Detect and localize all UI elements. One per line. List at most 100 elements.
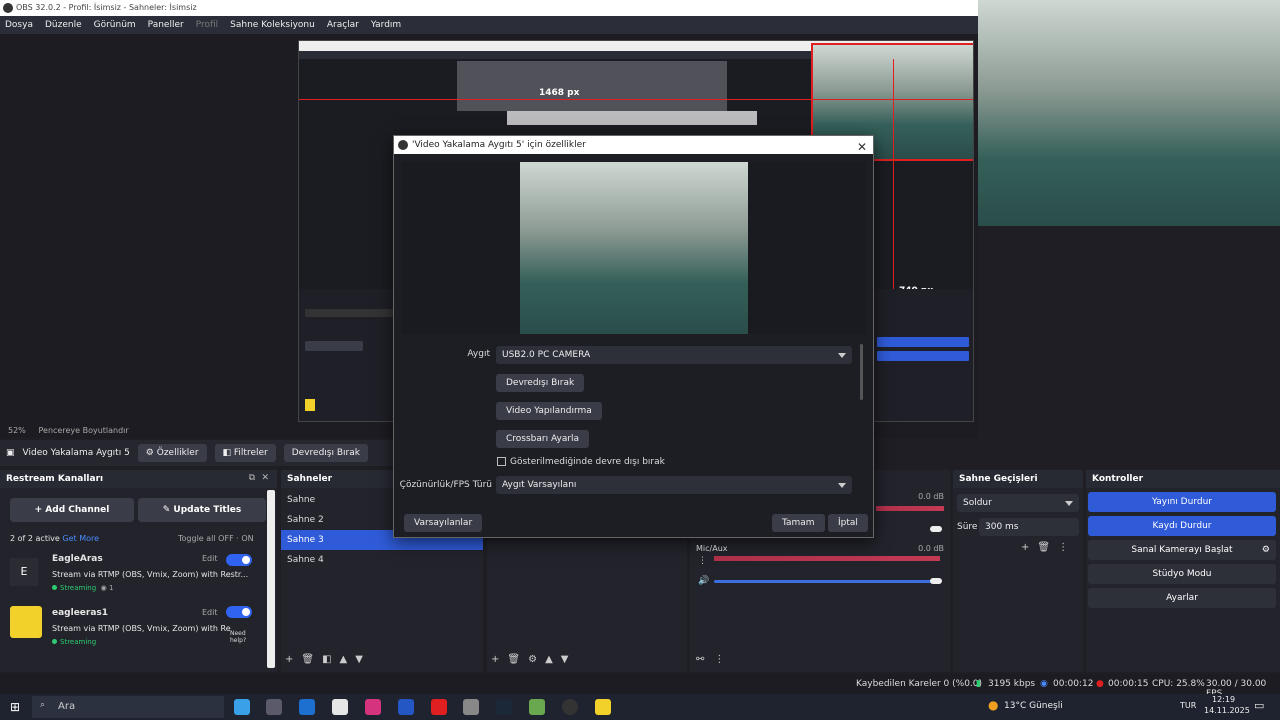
zoom-level[interactable]: 52% bbox=[8, 426, 26, 435]
device-select[interactable]: USB2.0 PC CAMERA bbox=[496, 346, 852, 364]
scene-item[interactable]: Sahne 4 bbox=[281, 550, 483, 570]
volume-knob[interactable] bbox=[930, 578, 942, 584]
menu-help[interactable]: Yardım bbox=[371, 20, 401, 30]
dialog-title-bar: 'Video Yakalama Aygıtı 5' için özellikle… bbox=[394, 136, 873, 154]
gear-icon[interactable]: ⚙ bbox=[1262, 540, 1270, 560]
menu-view[interactable]: Görünüm bbox=[94, 20, 136, 30]
defaults-button[interactable]: Varsayılanlar bbox=[404, 514, 483, 532]
notification-icon[interactable]: ▭ bbox=[1254, 699, 1264, 712]
outlook-icon[interactable] bbox=[299, 699, 315, 715]
add-icon[interactable]: + bbox=[491, 654, 507, 665]
filters-button[interactable]: ◧ Filtreler bbox=[214, 444, 276, 462]
menu-edit[interactable]: Düzenle bbox=[45, 20, 82, 30]
source-name: Video Yakalama Aygıtı 5 bbox=[22, 448, 130, 458]
audio-meter bbox=[714, 556, 940, 561]
instagram-icon[interactable] bbox=[365, 699, 381, 715]
menu-profile[interactable]: Profil bbox=[196, 20, 218, 30]
file-icon[interactable] bbox=[332, 699, 348, 715]
down-icon[interactable]: ▼ bbox=[561, 654, 577, 665]
crossbar-button[interactable]: Crossbarı Ayarla bbox=[496, 430, 590, 448]
shield-icon[interactable] bbox=[398, 699, 414, 715]
windows-start-icon[interactable]: ⊞ bbox=[10, 700, 20, 714]
channel-toggle[interactable] bbox=[226, 606, 252, 618]
channel-edit-link[interactable]: Edit bbox=[202, 608, 218, 617]
menu-scene-collection[interactable]: Sahne Koleksiyonu bbox=[230, 20, 315, 30]
kebab-icon[interactable]: ⋮ bbox=[1058, 542, 1076, 553]
deactivate-button[interactable]: Devredışı Bırak bbox=[496, 374, 585, 392]
source-toolbar: ▣ Video Yakalama Aygıtı 5 ⚙ Özellikler ◧… bbox=[0, 440, 395, 466]
dialog-scrollbar[interactable] bbox=[860, 344, 863, 400]
close-icon[interactable]: ✕ bbox=[261, 473, 269, 483]
window-title: OBS 32.0.2 - Profil: İsimsiz - Sahneler:… bbox=[16, 3, 197, 12]
menu-tools[interactable]: Araçlar bbox=[327, 20, 359, 30]
update-titles-button[interactable]: ✎ Update Titles bbox=[138, 498, 266, 522]
windows-taskbar: ⊞ ⌕ Ara ● 13°C Güneşli TUR 12:19 14.11.2… bbox=[0, 694, 1280, 720]
youtube-icon[interactable] bbox=[431, 699, 447, 715]
menu-file[interactable]: Dosya bbox=[5, 20, 33, 30]
start-virtual-camera-button[interactable]: Sanal Kamerayı Başlat ⚙ bbox=[1088, 540, 1276, 560]
cancel-button[interactable]: İptal bbox=[828, 514, 868, 532]
channel-edit-link[interactable]: Edit bbox=[202, 554, 218, 563]
copilot-icon[interactable] bbox=[234, 699, 250, 715]
trash-icon[interactable]: 🗑 bbox=[507, 654, 528, 665]
steam-icon[interactable] bbox=[496, 699, 512, 715]
ok-button[interactable]: Tamam bbox=[772, 514, 825, 532]
restream-scrollbar[interactable] bbox=[267, 490, 275, 668]
trash-icon[interactable]: 🗑 bbox=[301, 654, 322, 665]
resolution-select[interactable]: Aygıt Varsayılanı bbox=[496, 476, 852, 494]
store-icon[interactable] bbox=[266, 699, 282, 715]
add-icon[interactable]: + bbox=[1021, 542, 1037, 553]
speaker-icon[interactable]: 🔊 bbox=[698, 576, 709, 586]
camera-source-icon: ▣ bbox=[6, 448, 15, 458]
deactivate-when-hidden-checkbox[interactable] bbox=[497, 457, 506, 466]
signal-icon: ▮ bbox=[976, 679, 981, 689]
fit-to-window[interactable]: Pencereye Boyutlandır bbox=[39, 426, 129, 435]
width-measurement: 1468 px bbox=[539, 88, 580, 98]
android-icon[interactable] bbox=[529, 699, 545, 715]
app-icon[interactable] bbox=[595, 699, 611, 715]
duration-spinner[interactable]: 300 ms bbox=[979, 518, 1079, 536]
add-icon[interactable]: + bbox=[285, 654, 301, 665]
resolution-label: Çözünürlük/FPS Türü bbox=[399, 480, 492, 490]
record-time: 00:00:15 bbox=[1108, 679, 1149, 689]
transition-select[interactable]: Soldur bbox=[957, 494, 1079, 512]
avatar: E bbox=[10, 558, 38, 586]
trash-icon[interactable]: 🗑 bbox=[1037, 542, 1058, 553]
volume-slider[interactable] bbox=[714, 580, 940, 583]
restream-dock: Restream Kanalları ⧉ ✕ + Add Channel ✎ U… bbox=[0, 470, 277, 672]
settings-button[interactable]: Ayarlar bbox=[1088, 588, 1276, 608]
close-icon[interactable]: ✕ bbox=[857, 138, 867, 156]
add-channel-button[interactable]: + Add Channel bbox=[10, 498, 134, 522]
up-icon[interactable]: ▲ bbox=[340, 654, 356, 665]
weather-text[interactable]: 13°C Güneşli bbox=[1004, 701, 1063, 711]
stop-recording-button[interactable]: Kaydı Durdur bbox=[1088, 516, 1276, 536]
link-icon[interactable]: ⚯ bbox=[696, 654, 714, 665]
filter-icon: ◧ bbox=[222, 448, 234, 458]
kebab-icon[interactable]: ⋮ bbox=[698, 556, 707, 566]
deactivate-button[interactable]: Devredışı Bırak bbox=[283, 444, 368, 462]
volume-knob[interactable] bbox=[930, 526, 942, 532]
nested-dialog-title-ghost bbox=[507, 111, 757, 125]
float-icon[interactable]: ⧉ bbox=[249, 473, 255, 483]
down-icon[interactable]: ▼ bbox=[355, 654, 371, 665]
clock-date[interactable]: 14.11.2025 bbox=[1204, 706, 1250, 715]
filter-icon[interactable]: ◧ bbox=[322, 654, 339, 665]
properties-button[interactable]: ⚙ Özellikler bbox=[137, 444, 207, 462]
menu-docks[interactable]: Paneller bbox=[148, 20, 184, 30]
get-more-link[interactable]: Get More bbox=[62, 534, 99, 543]
up-icon[interactable]: ▲ bbox=[545, 654, 561, 665]
need-help-link[interactable]: Need help? bbox=[230, 630, 254, 644]
camera-icon[interactable] bbox=[463, 699, 479, 715]
taskbar-search[interactable]: ⌕ Ara bbox=[32, 696, 224, 718]
studio-mode-button[interactable]: Stüdyo Modu bbox=[1088, 564, 1276, 584]
obs-icon[interactable] bbox=[562, 699, 578, 715]
video-config-button[interactable]: Video Yapılandırma bbox=[496, 402, 602, 420]
clock-time[interactable]: 12:19 bbox=[1212, 695, 1235, 704]
gear-icon[interactable]: ⚙ bbox=[528, 654, 545, 665]
properties-dialog: 'Video Yakalama Aygıtı 5' için özellikle… bbox=[393, 135, 874, 538]
kebab-icon[interactable]: ⋮ bbox=[714, 654, 734, 665]
language-indicator[interactable]: TUR bbox=[1180, 701, 1196, 710]
stop-streaming-button[interactable]: Yayını Durdur bbox=[1088, 492, 1276, 512]
toggle-all[interactable]: Toggle all OFF · ON bbox=[178, 534, 254, 543]
channel-toggle[interactable] bbox=[226, 554, 252, 566]
